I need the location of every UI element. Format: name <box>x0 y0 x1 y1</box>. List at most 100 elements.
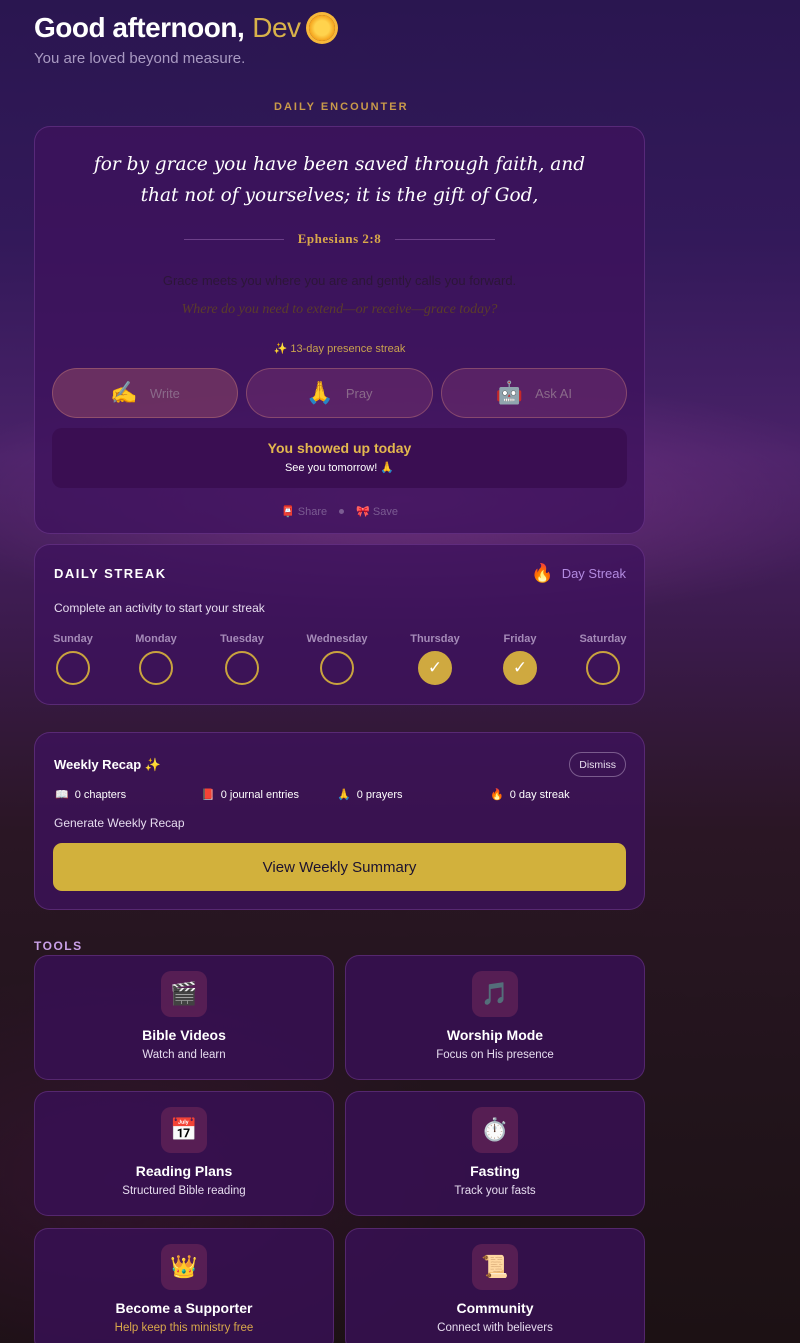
weekly-recap-title: Weekly Recap ✨ <box>54 757 161 772</box>
day-name: Tuesday <box>220 633 264 645</box>
encounter-actions: ✍️ Write 🙏 Pray 🤖 Ask AI <box>52 368 627 418</box>
robot-icon: 🤖 <box>495 380 524 405</box>
tool-desc: Watch and learn <box>142 1049 226 1061</box>
dismiss-button[interactable]: Dismiss <box>569 752 626 777</box>
tool-title: Community <box>456 1300 534 1316</box>
pray-button[interactable]: 🙏 Pray <box>246 368 433 418</box>
day-completed-check: ✓ <box>503 651 537 685</box>
pray-button-label: Pray <box>345 385 373 401</box>
music-notes-icon: 🎵 <box>472 971 518 1017</box>
day-wednesday: Wednesday <box>297 633 377 685</box>
tool-fasting[interactable]: ⏱️ Fasting Track your fasts <box>345 1091 645 1216</box>
tool-title: Fasting <box>470 1163 520 1179</box>
daily-streak-card: DAILY STREAK 🔥 Day Streak Complete an ac… <box>34 544 645 705</box>
tool-reading-plans[interactable]: 📅 Reading Plans Structured Bible reading <box>34 1091 334 1216</box>
book-icon: 📖 <box>55 789 69 801</box>
ribbon-icon: 🎀 <box>356 506 370 518</box>
day-empty-circle <box>225 651 259 685</box>
save-label: Save <box>372 506 398 518</box>
day-friday: Friday ✓ <box>480 633 560 685</box>
day-empty-circle <box>586 651 620 685</box>
day-name: Sunday <box>53 633 93 645</box>
tool-desc: Connect with believers <box>437 1322 553 1334</box>
tool-desc: Help keep this ministry free <box>114 1322 254 1334</box>
verse-text: for by grace you have been saved through… <box>93 154 586 206</box>
ask-ai-button-label: Ask AI <box>535 385 572 401</box>
save-link[interactable]: 🎀 Save <box>356 505 398 518</box>
crown-icon: 👑 <box>161 1244 207 1290</box>
showed-up-banner: You showed up today See you tomorrow! 🙏 <box>52 428 627 488</box>
write-button[interactable]: ✍️ Write <box>52 368 239 418</box>
day-name: Wednesday <box>306 633 368 645</box>
day-empty-circle <box>320 651 354 685</box>
divider <box>183 238 284 240</box>
weekly-recap-card: Weekly Recap ✨ Dismiss 📖 0 chapters 📕 0 … <box>34 732 645 910</box>
day-name: Monday <box>135 633 177 645</box>
stat-chapters: 📖 0 chapters <box>55 788 127 802</box>
day-name: Thursday <box>410 633 460 645</box>
stat-prayers: 🙏 0 prayers <box>337 788 403 802</box>
verse-reference-row: Ephesians 2:8 <box>35 231 644 247</box>
presence-streak-badge: ✨ 13-day presence streak <box>273 343 406 355</box>
reflection-text: Grace meets you where you are and gently… <box>162 273 517 288</box>
tool-title: Bible Videos <box>142 1027 226 1043</box>
share-label: Share <box>297 506 328 518</box>
praying-hands-icon: 🙏 <box>306 380 334 405</box>
stat-streak: 🔥 0 day streak <box>490 788 570 802</box>
tool-bible-videos[interactable]: 🎬 Bible Videos Watch and learn <box>34 955 334 1080</box>
share-link[interactable]: 📮 Share <box>281 505 327 518</box>
tool-title: Worship Mode <box>446 1027 544 1043</box>
reflection-question: Where do you need to extend—or receive—g… <box>181 302 498 317</box>
view-weekly-summary-button[interactable]: View Weekly Summary <box>53 843 626 891</box>
tool-desc: Focus on His presence <box>436 1049 554 1061</box>
verse-reference[interactable]: Ephesians 2:8 <box>298 231 381 247</box>
writing-hand-icon: ✍️ <box>110 380 138 405</box>
day-completed-check: ✓ <box>418 651 452 685</box>
day-empty-circle <box>56 651 90 685</box>
clapper-board-icon: 🎬 <box>161 971 207 1017</box>
calendar-icon: 📅 <box>161 1107 207 1153</box>
greeting-subtitle: You are loved beyond measure. <box>34 50 246 67</box>
day-name: Saturday <box>579 633 627 645</box>
daily-streak-title: DAILY STREAK <box>54 566 167 581</box>
day-streak-badge: 🔥 Day Streak <box>531 563 626 584</box>
tool-community[interactable]: 📜 Community Connect with believers <box>345 1228 645 1343</box>
tools-label: TOOLS <box>34 939 83 953</box>
generate-recap-link[interactable]: Generate Weekly Recap <box>54 816 185 830</box>
tool-worship-mode[interactable]: 🎵 Worship Mode Focus on His presence <box>345 955 645 1080</box>
streak-message: Complete an activity to start your strea… <box>54 601 265 615</box>
tool-become-supporter[interactable]: 👑 Become a Supporter Help keep this mini… <box>34 1228 334 1343</box>
showed-up-subtitle: See you tomorrow! 🙏 <box>284 462 395 474</box>
day-saturday: Saturday <box>563 633 643 685</box>
user-name: Dev <box>252 12 301 43</box>
mailbox-icon: 📮 <box>281 506 295 518</box>
tool-desc: Track your fasts <box>454 1185 536 1197</box>
scroll-icon: 📜 <box>472 1244 518 1290</box>
stat-chapters-text: 0 chapters <box>74 788 127 801</box>
journal-icon: 📕 <box>201 789 215 801</box>
header: Good afternoon, Dev You are loved beyond… <box>34 12 335 67</box>
day-name: Friday <box>503 633 537 645</box>
day-tuesday: Tuesday <box>202 633 282 685</box>
stat-journal-text: 0 journal entries <box>220 788 299 801</box>
sun-icon <box>308 15 335 41</box>
flame-icon: 🔥 <box>490 789 504 801</box>
ask-ai-button[interactable]: 🤖 Ask AI <box>440 368 627 418</box>
showed-up-title: You showed up today <box>267 440 412 456</box>
daily-encounter-label: DAILY ENCOUNTER <box>274 101 409 113</box>
praying-hands-icon: 🙏 <box>337 789 351 801</box>
greeting: Good afternoon, Dev <box>34 12 335 44</box>
day-sunday: Sunday <box>33 633 113 685</box>
divider <box>395 238 496 240</box>
write-button-label: Write <box>149 385 180 401</box>
stopwatch-icon: ⏱️ <box>472 1107 518 1153</box>
stat-journal: 📕 0 journal entries <box>201 788 299 802</box>
tool-title: Become a Supporter <box>115 1300 253 1316</box>
greeting-text: Good afternoon, <box>34 12 245 43</box>
day-monday: Monday <box>116 633 196 685</box>
stat-prayers-text: 0 prayers <box>356 788 403 801</box>
stat-streak-text: 0 day streak <box>509 788 570 801</box>
day-thursday: Thursday ✓ <box>395 633 475 685</box>
flame-icon: 🔥 <box>531 563 554 583</box>
separator-dot <box>339 509 345 514</box>
